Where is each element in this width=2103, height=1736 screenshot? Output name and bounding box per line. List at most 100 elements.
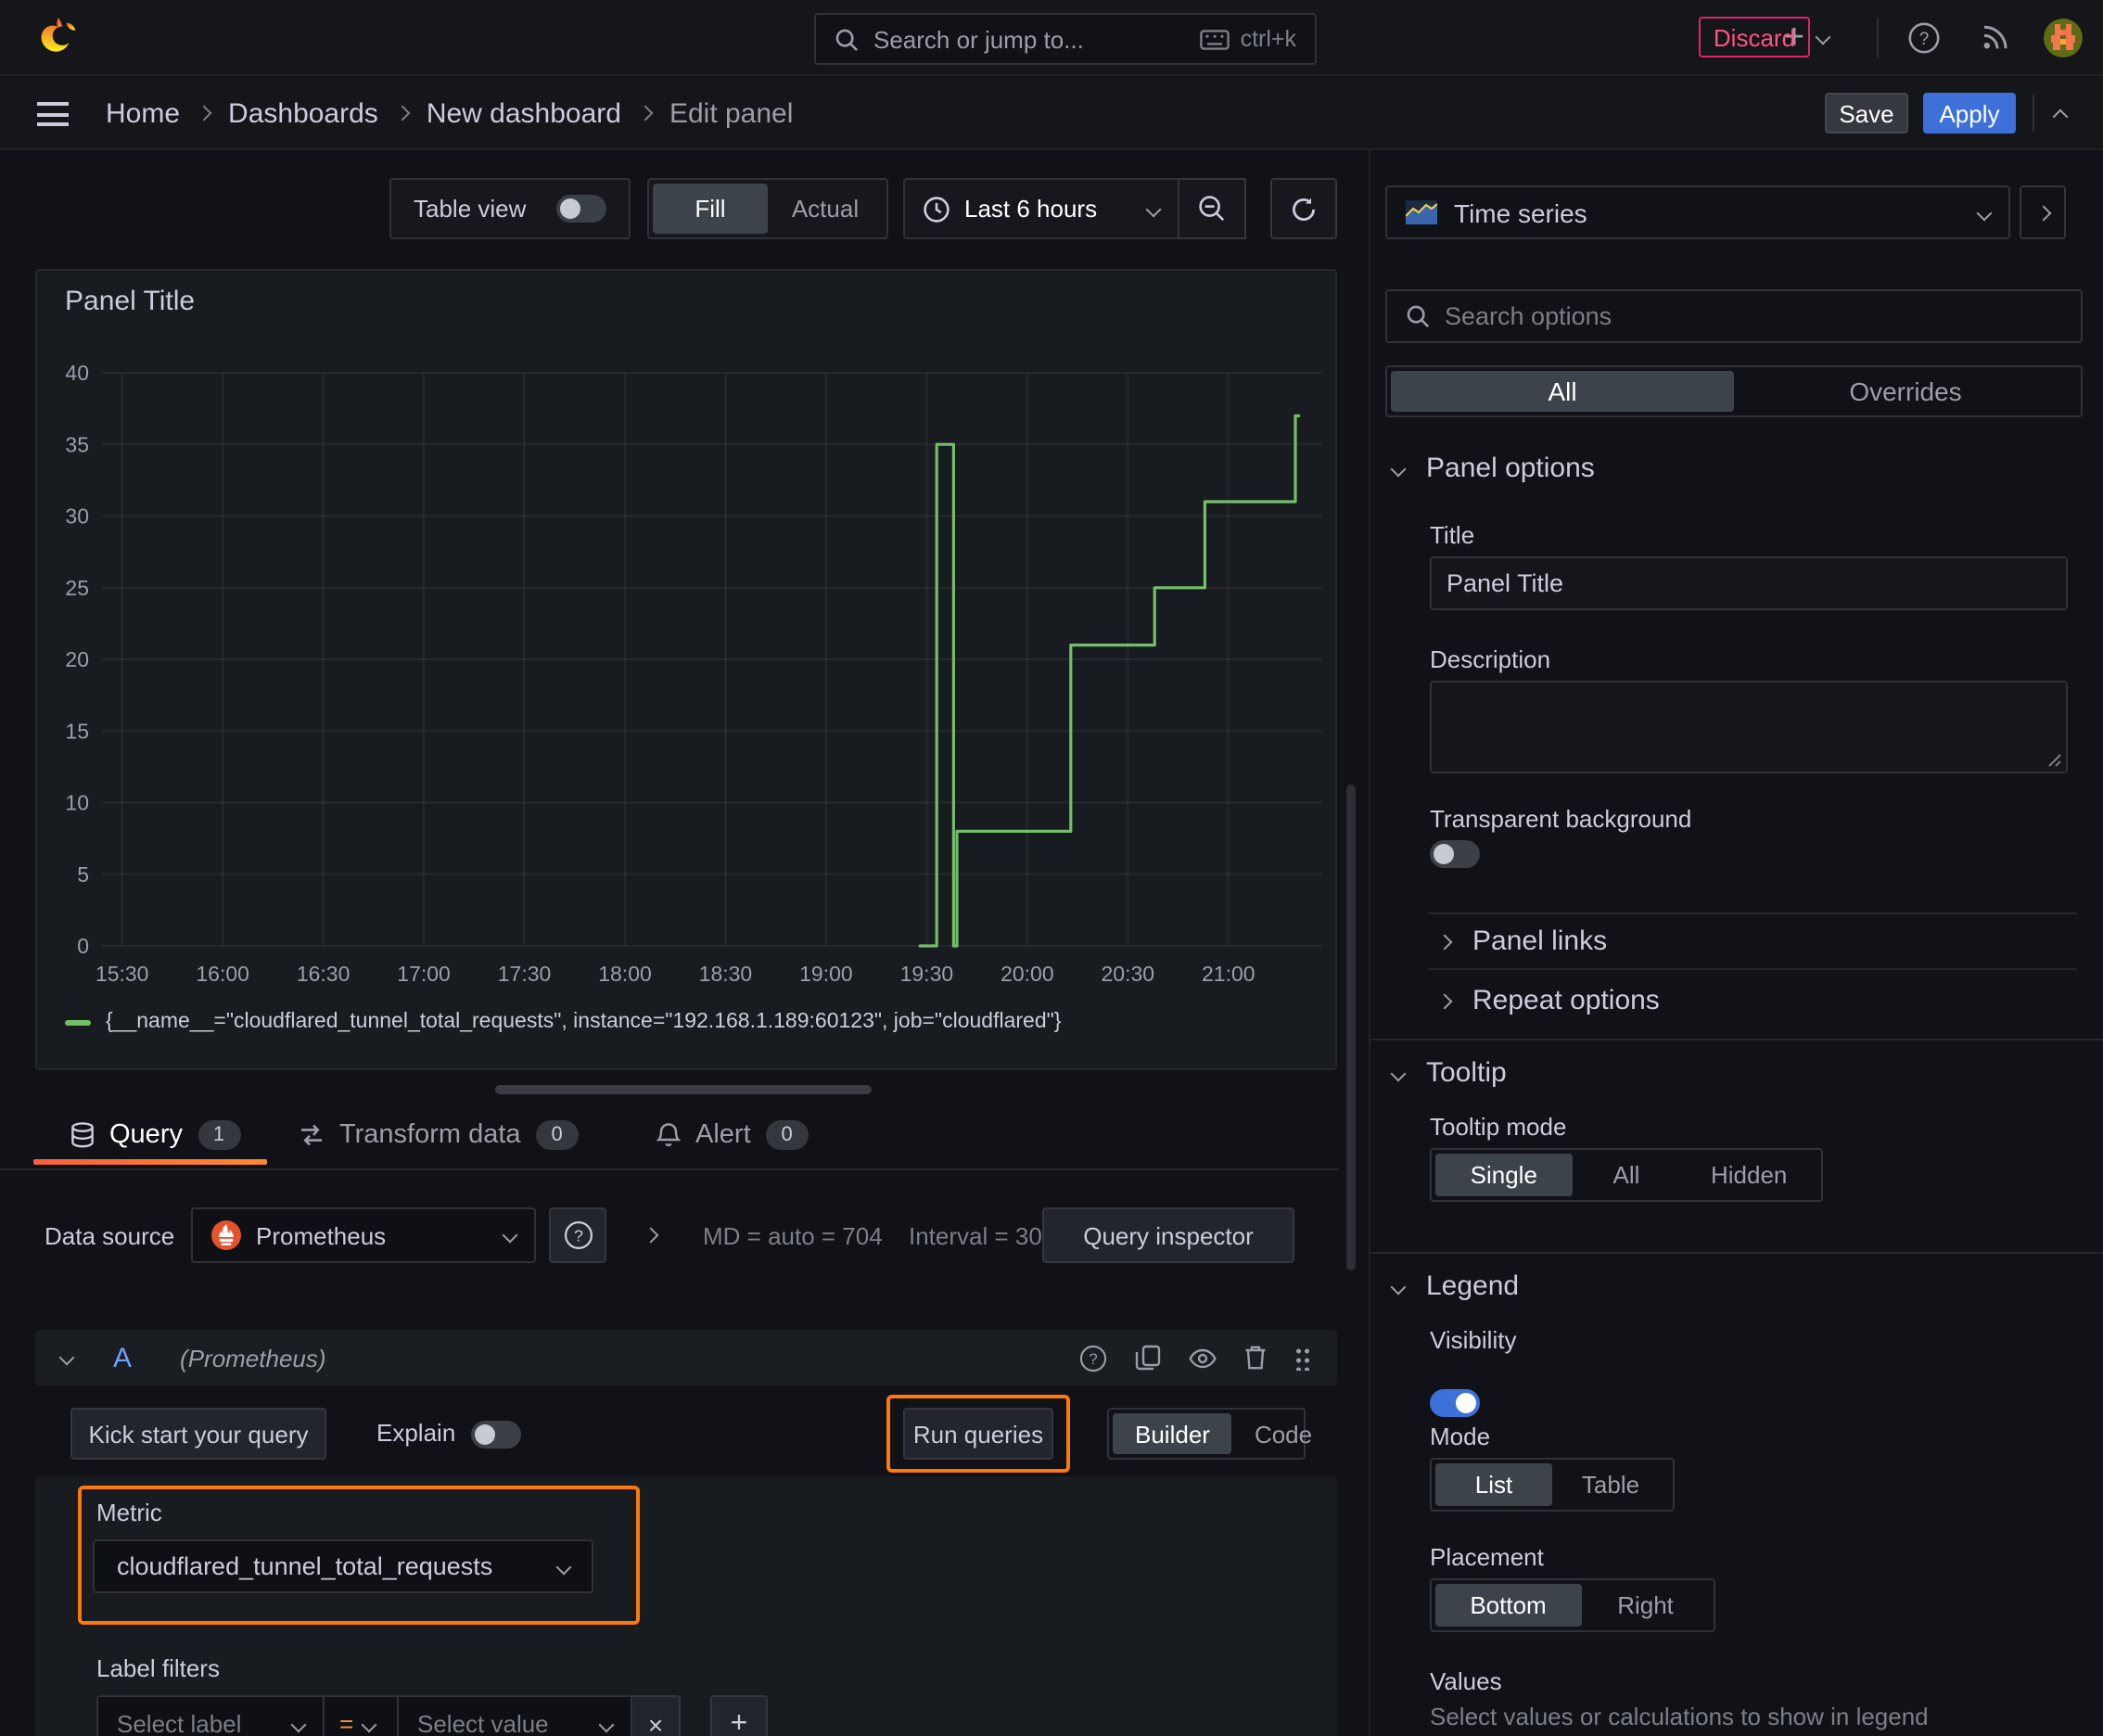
visualization-value: Time series (1454, 198, 1587, 227)
collapse-query-chevron-icon[interactable] (58, 1349, 75, 1366)
legend-item[interactable]: {__name__="cloudflared_tunnel_total_requ… (65, 1011, 1061, 1033)
panel-title-input[interactable] (1430, 556, 2068, 610)
legend-placement-bottom[interactable]: Bottom (1435, 1584, 1582, 1627)
svg-text:18:30: 18:30 (699, 962, 753, 986)
stat-max-data-points: MD = auto = 704 (703, 1222, 883, 1250)
run-queries-button[interactable]: Run queries (903, 1408, 1053, 1460)
legend-section-header[interactable]: Legend (1390, 1270, 1519, 1302)
help-button[interactable]: ? (1908, 22, 1940, 54)
chevron-right-icon (2034, 204, 2051, 221)
chevron-down-icon (1390, 460, 1407, 477)
drag-query-handle[interactable] (1294, 1346, 1311, 1370)
news-rss-button[interactable] (1981, 22, 2010, 52)
add-filter-button[interactable]: + (710, 1695, 768, 1736)
chevron-down-icon (1145, 200, 1162, 217)
code-option[interactable]: Code (1232, 1413, 1334, 1454)
table-view-toggle[interactable] (556, 195, 606, 223)
panel-options-header[interactable]: Panel options (1390, 453, 1595, 484)
user-avatar[interactable] (2044, 19, 2083, 57)
transparent-background-toggle[interactable] (1430, 840, 1480, 868)
tooltip-mode-single[interactable]: Single (1435, 1154, 1573, 1196)
menu-hamburger-button[interactable] (37, 102, 69, 126)
breadcrumb-home[interactable]: Home (106, 97, 180, 129)
grafana-logo-icon[interactable] (35, 15, 82, 61)
breadcrumb-new-dashboard[interactable]: New dashboard (427, 97, 621, 129)
zoom-out-button[interactable] (1179, 178, 1246, 239)
resize-handle-icon[interactable] (2047, 753, 2062, 768)
operator-dropdown[interactable]: = (325, 1695, 399, 1736)
query-row-header[interactable]: A (Prometheus) ? (35, 1330, 1337, 1385)
chevron-down-icon (555, 1558, 572, 1575)
tooltip-section-header[interactable]: Tooltip (1390, 1057, 1507, 1089)
repeat-options-section[interactable]: Repeat options (1428, 968, 2077, 1031)
options-sidebar: Time series Search options All Overrides… (1369, 150, 2103, 1736)
legend-placement-right[interactable]: Right (1581, 1584, 1710, 1627)
time-range-picker[interactable]: Last 6 hours (903, 178, 1179, 239)
filter-tab-all[interactable]: All (1391, 371, 1734, 412)
save-button[interactable]: Save (1825, 93, 1908, 134)
duplicate-query-icon[interactable] (1135, 1345, 1161, 1371)
collapse-stats-chevron-icon[interactable] (643, 1227, 659, 1244)
breadcrumb-dashboards[interactable]: Dashboards (228, 97, 378, 129)
svg-text:30: 30 (65, 504, 89, 529)
actual-option[interactable]: Actual (768, 184, 883, 234)
svg-text:25: 25 (65, 576, 89, 600)
select-label-dropdown[interactable]: Select label (96, 1695, 325, 1736)
panel-title: Panel Title (65, 286, 196, 317)
legend-visibility-toggle[interactable] (1430, 1389, 1480, 1417)
prometheus-icon (211, 1220, 241, 1250)
filter-tab-overrides[interactable]: Overrides (1734, 371, 2077, 412)
refresh-button[interactable] (1270, 178, 1337, 239)
query-inspector-button[interactable]: Query inspector (1042, 1207, 1294, 1263)
description-textarea[interactable] (1430, 681, 2068, 773)
svg-text:15:30: 15:30 (96, 962, 149, 986)
collapse-header-chevron-up-icon[interactable] (2052, 108, 2069, 125)
svg-text:16:00: 16:00 (196, 962, 249, 986)
datasource-help-button[interactable]: ? (549, 1207, 606, 1263)
panel-links-section[interactable]: Panel links (1428, 913, 2077, 968)
kick-start-query-button[interactable]: Kick start your query (70, 1408, 326, 1460)
svg-text:20: 20 (65, 647, 89, 671)
tab-transform[interactable]: Transform data 0 (299, 1104, 579, 1165)
metric-select[interactable]: cloudflared_tunnel_total_requests (93, 1539, 593, 1593)
svg-text:40: 40 (65, 361, 89, 385)
fill-option[interactable]: Fill (653, 184, 768, 234)
apply-button[interactable]: Apply (1923, 93, 2016, 134)
svg-text:?: ? (1089, 1349, 1097, 1367)
svg-text:17:00: 17:00 (397, 962, 451, 986)
tab-query[interactable]: Query 1 (70, 1104, 240, 1165)
global-search-input[interactable]: Search or jump to... ctrl+k (814, 13, 1317, 65)
select-value-dropdown[interactable]: Select value (399, 1695, 632, 1736)
visualization-picker[interactable]: Time series (1385, 185, 2010, 239)
tab-query-label: Query (109, 1119, 183, 1149)
svg-text:10: 10 (65, 791, 89, 815)
collapse-options-button[interactable] (2020, 185, 2066, 239)
select-value-placeholder: Select value (417, 1710, 549, 1736)
tooltip-mode-switch: Single All Hidden (1430, 1148, 1823, 1202)
discard-button[interactable]: Discard (1699, 17, 1810, 57)
remove-filter-button[interactable]: × (632, 1695, 681, 1736)
query-help-icon[interactable]: ? (1079, 1344, 1107, 1372)
breadcrumb-edit-panel: Edit panel (669, 97, 794, 129)
search-options-input[interactable]: Search options (1385, 289, 2083, 343)
delete-query-trash-icon[interactable] (1244, 1345, 1267, 1371)
metric-value: cloudflared_tunnel_total_requests (117, 1552, 493, 1580)
explain-toggle[interactable] (471, 1421, 521, 1449)
svg-text:?: ? (1919, 30, 1930, 49)
tooltip-mode-all[interactable]: All (1573, 1154, 1681, 1196)
title-label: Title (1430, 521, 1475, 549)
tab-alert[interactable]: Alert 0 (656, 1104, 809, 1165)
main-scrollbar-thumb[interactable] (1346, 785, 1356, 1270)
tooltip-mode-label: Tooltip mode (1430, 1113, 1567, 1141)
chart-svg[interactable]: 15:30 16:00 16:30 17:00 17:30 18:00 18:30 19:00… (37, 326, 1339, 1013)
builder-option[interactable]: Builder (1113, 1413, 1232, 1454)
hide-query-eye-icon[interactable] (1189, 1347, 1217, 1368)
tooltip-mode-hidden[interactable]: Hidden (1680, 1154, 1817, 1196)
panel-resize-handle[interactable] (495, 1085, 872, 1094)
legend-series-swatch (65, 1019, 91, 1025)
datasource-picker[interactable]: Prometheus (191, 1207, 536, 1263)
search-icon (835, 27, 859, 51)
legend-mode-list[interactable]: List (1435, 1463, 1552, 1506)
label-filter-row: Select label = Select value × + (96, 1695, 768, 1736)
legend-mode-table[interactable]: Table (1552, 1463, 1669, 1506)
